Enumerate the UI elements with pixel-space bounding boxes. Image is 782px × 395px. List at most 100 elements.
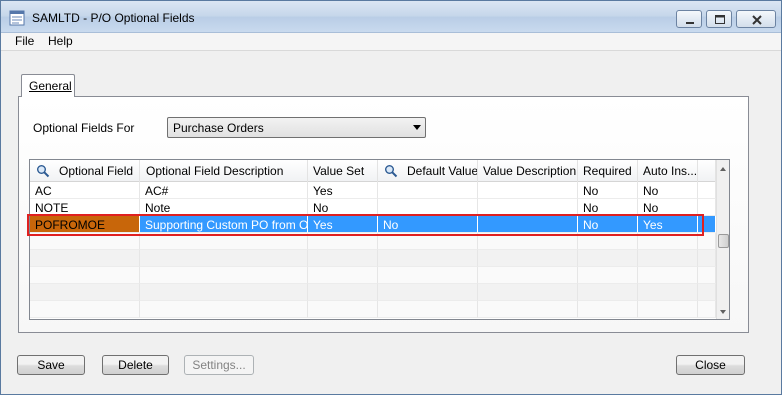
tab-general-label: General (29, 79, 72, 93)
table-cell[interactable] (698, 284, 716, 301)
table-row[interactable]: NOTE Note No No No (30, 199, 716, 216)
table-cell[interactable]: No (378, 216, 478, 233)
table-cell[interactable]: No (638, 182, 698, 199)
scroll-up-icon[interactable] (720, 167, 726, 171)
column-header-auto-insert[interactable]: Auto Ins... (638, 160, 698, 182)
table-cell[interactable]: No (638, 199, 698, 216)
column-header-value-description[interactable]: Value Description (478, 160, 578, 182)
table-cell[interactable] (140, 267, 308, 284)
scroll-down-icon[interactable] (720, 310, 726, 314)
empty-row[interactable] (30, 284, 716, 301)
optional-fields-for-dropdown[interactable]: Purchase Orders (167, 117, 426, 138)
table-cell[interactable] (308, 284, 378, 301)
table-cell[interactable] (140, 233, 308, 250)
table-cell[interactable] (378, 233, 478, 250)
table-row[interactable]: POFROMOE Supporting Custom PO from OE Yes N… (30, 216, 716, 233)
table-cell[interactable] (638, 267, 698, 284)
table-cell[interactable] (378, 250, 478, 267)
table-cell[interactable]: AC (30, 182, 140, 199)
table-cell[interactable] (308, 250, 378, 267)
table-cell[interactable] (698, 216, 716, 233)
table-cell[interactable] (30, 267, 140, 284)
table-cell[interactable]: No (308, 199, 378, 216)
table-cell[interactable]: AC# (140, 182, 308, 199)
table-cell[interactable] (698, 182, 716, 199)
table-cell[interactable] (140, 301, 308, 318)
table-cell[interactable] (478, 250, 578, 267)
table-cell[interactable] (478, 267, 578, 284)
table-cell[interactable] (378, 182, 478, 199)
menu-file[interactable]: File (12, 34, 37, 48)
column-header-optional-field[interactable]: Optional Field (30, 160, 140, 182)
save-button[interactable]: Save (17, 355, 85, 375)
table-cell[interactable] (698, 267, 716, 284)
table-row[interactable]: AC AC# Yes No No (30, 182, 716, 199)
table-cell[interactable] (378, 284, 478, 301)
table-cell[interactable] (478, 284, 578, 301)
scroll-thumb[interactable] (718, 234, 729, 248)
title-bar[interactable]: SAMLTD - P/O Optional Fields (1, 1, 781, 33)
table-cell[interactable] (638, 301, 698, 318)
empty-row[interactable] (30, 250, 716, 267)
table-cell[interactable]: Yes (638, 216, 698, 233)
minimize-button[interactable] (676, 10, 702, 28)
table-cell[interactable] (308, 301, 378, 318)
table-cell[interactable] (478, 182, 578, 199)
table-cell[interactable] (378, 301, 478, 318)
table-cell[interactable] (638, 250, 698, 267)
table-cell[interactable] (30, 284, 140, 301)
table-cell[interactable]: Yes (308, 182, 378, 199)
table-cell[interactable] (698, 301, 716, 318)
table-cell[interactable]: No (578, 216, 638, 233)
table-cell[interactable]: NOTE (30, 199, 140, 216)
table-cell[interactable]: Supporting Custom PO from OE (140, 216, 308, 233)
table-cell[interactable] (698, 233, 716, 250)
table-cell[interactable] (308, 267, 378, 284)
table-cell[interactable] (698, 250, 716, 267)
table-cell[interactable]: Note (140, 199, 308, 216)
table-cell[interactable] (478, 199, 578, 216)
main-window: SAMLTD - P/O Optional Fields File Help G… (0, 0, 782, 395)
table-cell[interactable] (578, 233, 638, 250)
table-cell[interactable] (478, 233, 578, 250)
table-cell[interactable] (378, 199, 478, 216)
table-cell[interactable] (140, 284, 308, 301)
table-cell[interactable] (578, 284, 638, 301)
column-header-value-set[interactable]: Value Set (308, 160, 378, 182)
close-button[interactable]: Close (676, 355, 745, 375)
empty-row[interactable] (30, 301, 716, 318)
vertical-scrollbar[interactable] (716, 160, 729, 319)
optional-fields-grid[interactable]: Optional Field Optional Field Descriptio… (29, 159, 730, 320)
table-cell[interactable]: POFROMOE (30, 216, 140, 233)
table-cell[interactable]: Yes (308, 216, 378, 233)
table-cell[interactable] (140, 250, 308, 267)
table-cell[interactable] (30, 301, 140, 318)
table-cell[interactable] (578, 267, 638, 284)
empty-row[interactable] (30, 267, 716, 284)
table-cell[interactable] (308, 233, 378, 250)
settings-button[interactable]: Settings... (184, 355, 254, 375)
maximize-button[interactable] (706, 10, 732, 28)
column-header-required[interactable]: Required (578, 160, 638, 182)
empty-row[interactable] (30, 233, 716, 250)
table-cell[interactable] (478, 301, 578, 318)
column-header-default-value[interactable]: Default Value (378, 160, 478, 182)
delete-button[interactable]: Delete (102, 355, 169, 375)
window-title: SAMLTD - P/O Optional Fields (32, 11, 195, 25)
menu-help[interactable]: Help (45, 34, 76, 48)
table-cell[interactable] (578, 250, 638, 267)
table-cell[interactable] (378, 267, 478, 284)
table-cell[interactable] (638, 233, 698, 250)
table-cell[interactable] (30, 233, 140, 250)
table-cell[interactable] (30, 250, 140, 267)
table-cell[interactable] (698, 199, 716, 216)
close-window-button[interactable] (736, 10, 776, 28)
table-cell[interactable] (638, 284, 698, 301)
table-cell[interactable] (478, 216, 578, 233)
table-cell[interactable]: No (578, 199, 638, 216)
table-cell[interactable] (578, 301, 638, 318)
tab-general[interactable]: General (21, 74, 75, 97)
table-cell[interactable]: No (578, 182, 638, 199)
chevron-down-icon (413, 125, 421, 130)
column-header-description[interactable]: Optional Field Description (140, 160, 308, 182)
